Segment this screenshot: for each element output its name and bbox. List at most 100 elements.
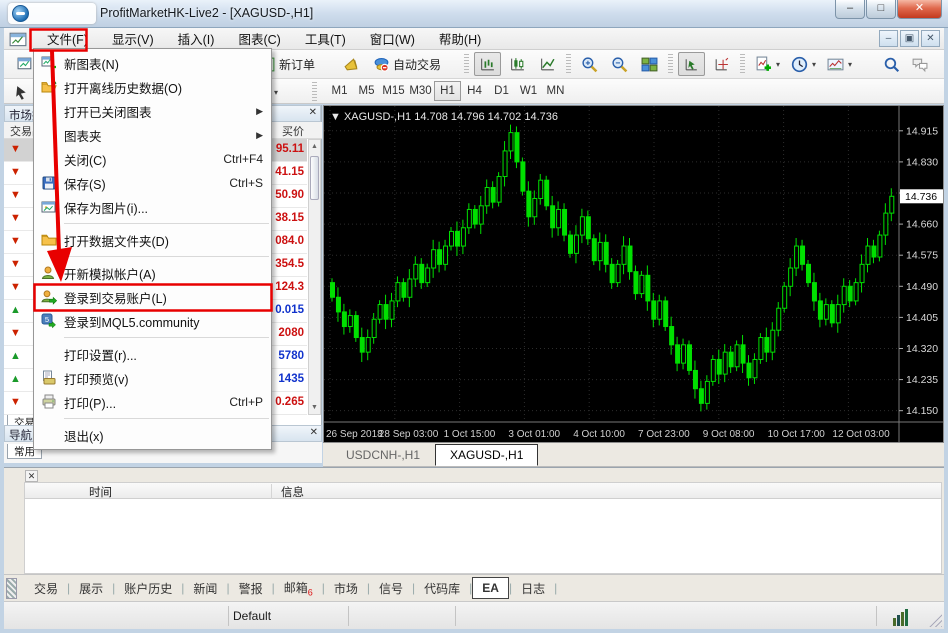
- terminal-tab-账户历史[interactable]: 账户历史: [115, 577, 181, 600]
- buy-price: 2080: [278, 327, 304, 339]
- file-menu-item-15[interactable]: 打印设置(r)...: [34, 342, 271, 366]
- file-menu-item-12[interactable]: 登录到交易账户(L): [34, 285, 271, 309]
- menubar-item-6[interactable]: 窗口(W): [358, 26, 427, 51]
- mdi-minimize-button[interactable]: –: [879, 30, 898, 47]
- timeframe-m15[interactable]: M15: [380, 81, 407, 101]
- price-up-icon: ▲: [10, 304, 21, 316]
- menubar-item-7[interactable]: 帮助(H): [427, 26, 493, 51]
- buy-price: 0.265: [275, 396, 304, 408]
- column-divider[interactable]: [271, 484, 272, 499]
- close-button[interactable]: ✕: [897, 0, 942, 19]
- zoom-out-button[interactable]: [606, 52, 633, 76]
- terminal-tab-ea[interactable]: EA: [472, 577, 509, 599]
- indicators-button[interactable]: ▾: [750, 52, 785, 76]
- terminal-tab-邮箱[interactable]: 邮箱6: [275, 576, 322, 600]
- candlestick-chart[interactable]: 14.91514.83014.74514.66014.57514.49014.4…: [323, 105, 944, 443]
- tile-windows-button[interactable]: [636, 52, 663, 76]
- candlestick-mode-button[interactable]: [504, 52, 531, 76]
- timeframe-mn[interactable]: MN: [542, 81, 569, 101]
- search-button[interactable]: [878, 52, 905, 76]
- market-watch-scrollbar[interactable]: ▲ ▼: [308, 139, 321, 415]
- resize-grip[interactable]: [925, 610, 942, 627]
- mdi-close-button[interactable]: ✕: [921, 30, 940, 47]
- candles-icon: [509, 56, 526, 73]
- restore-button[interactable]: □: [866, 0, 896, 19]
- chat-button[interactable]: [906, 52, 933, 76]
- periods-button[interactable]: ▾: [786, 52, 821, 76]
- svg-text:28 Sep 03:00: 28 Sep 03:00: [379, 429, 439, 440]
- toolbar-separator: [668, 54, 673, 74]
- terminal-tab-展示[interactable]: 展示: [70, 577, 112, 600]
- indicators-icon: [755, 56, 772, 73]
- file-menu-item-9[interactable]: 打开数据文件夹(D): [34, 228, 271, 252]
- market-watch-close-icon[interactable]: ✕: [309, 107, 317, 118]
- terminal-tab-市场[interactable]: 市场: [325, 577, 367, 600]
- file-menu-item-2[interactable]: 打开离线历史数据(O): [34, 75, 271, 99]
- file-menu-item-7[interactable]: 保存为图片(i)...: [34, 195, 271, 219]
- file-menu-item-19[interactable]: 退出(x): [34, 423, 271, 447]
- autotrade-icon: [373, 56, 390, 73]
- svg-text:5: 5: [45, 315, 49, 324]
- svg-text:1 Oct 15:00: 1 Oct 15:00: [444, 429, 496, 440]
- navigator-close-icon[interactable]: ✕: [310, 427, 318, 438]
- terminal-tab-新闻[interactable]: 新闻: [184, 577, 226, 600]
- timeframe-w1[interactable]: W1: [515, 81, 542, 101]
- line-chart-mode-button[interactable]: [534, 52, 561, 76]
- timeframe-m30[interactable]: M30: [407, 81, 434, 101]
- save-picture-icon: [34, 199, 64, 215]
- menu-item-label: 打开已关闭图表: [64, 102, 256, 121]
- terminal-tab-信号[interactable]: 信号: [370, 577, 412, 600]
- scroll-down-icon[interactable]: ▼: [309, 401, 320, 414]
- mdi-restore-button[interactable]: ▣: [900, 30, 919, 47]
- new-chart-icon: [34, 55, 64, 71]
- buy-price: 50.90: [275, 189, 304, 201]
- terminal-close-icon[interactable]: ✕: [25, 470, 38, 482]
- terminal-tab-警报[interactable]: 警报: [230, 577, 272, 600]
- file-menu-item-1[interactable]: 新图表(N): [34, 51, 271, 75]
- file-menu-item-3[interactable]: 打开已关闭图表▶: [34, 99, 271, 123]
- crosshair-mode-button[interactable]: [708, 52, 735, 76]
- svg-text:14.320: 14.320: [906, 343, 938, 355]
- alert-button[interactable]: [338, 52, 365, 76]
- terminal-tab-代码库[interactable]: 代码库: [415, 577, 469, 600]
- buy-price: 5780: [278, 350, 304, 362]
- info-column-header[interactable]: 信息: [281, 484, 304, 500]
- timeframe-h1[interactable]: H1: [434, 81, 461, 101]
- file-menu-item-11[interactable]: 开新模拟帐户(A): [34, 261, 271, 285]
- cursor-mode-button[interactable]: [678, 52, 705, 76]
- profile-name[interactable]: Default: [233, 609, 271, 623]
- svg-text:7 Oct 23:00: 7 Oct 23:00: [638, 429, 690, 440]
- menu-item-label: 图表夹: [64, 126, 256, 145]
- bar-chart-mode-button[interactable]: [474, 52, 501, 76]
- scrollbar-thumb[interactable]: [310, 156, 319, 200]
- status-cell: [348, 606, 455, 626]
- svg-text:9 Oct 08:00: 9 Oct 08:00: [703, 429, 755, 440]
- file-menu-item-17[interactable]: 打印(P)...Ctrl+P: [34, 390, 271, 414]
- timeframe-m5[interactable]: M5: [353, 81, 380, 101]
- buy-column-header[interactable]: 买价: [282, 123, 304, 139]
- tabs-grip-icon[interactable]: [6, 578, 17, 599]
- pointer-tool-button[interactable]: [8, 80, 35, 104]
- time-column-header[interactable]: 时间: [89, 484, 112, 500]
- file-menu-item-5[interactable]: 关闭(C)Ctrl+F4: [34, 147, 271, 171]
- minimize-button[interactable]: –: [835, 0, 865, 19]
- auto-trading-button[interactable]: 自动交易: [368, 52, 446, 76]
- zoom-in-button[interactable]: [576, 52, 603, 76]
- timeframe-m1[interactable]: M1: [326, 81, 353, 101]
- timeframe-d1[interactable]: D1: [488, 81, 515, 101]
- chart-tab-xagusd-h1[interactable]: XAGUSD-,H1: [435, 444, 538, 466]
- terminal-tab-交易[interactable]: 交易: [25, 577, 67, 600]
- pointer-icon: [13, 84, 30, 101]
- menu-item-label: 保存(S): [64, 174, 229, 193]
- scroll-up-icon[interactable]: ▲: [309, 140, 320, 153]
- file-menu-item-4[interactable]: 图表夹▶: [34, 123, 271, 147]
- chart-tab-usdcnh-h1[interactable]: USDCNH-,H1: [331, 444, 435, 466]
- file-menu-item-16[interactable]: 打印预览(v): [34, 366, 271, 390]
- templates-button[interactable]: ▾: [822, 52, 857, 76]
- menubar-item-5[interactable]: 工具(T): [293, 26, 358, 51]
- file-menu-item-13[interactable]: 5登录到MQL5.community: [34, 309, 271, 333]
- chart-tab-bar: USDCNH-,H1XAGUSD-,H1: [323, 444, 944, 467]
- terminal-tab-日志[interactable]: 日志: [512, 577, 554, 600]
- file-menu-item-6[interactable]: 保存(S)Ctrl+S: [34, 171, 271, 195]
- timeframe-h4[interactable]: H4: [461, 81, 488, 101]
